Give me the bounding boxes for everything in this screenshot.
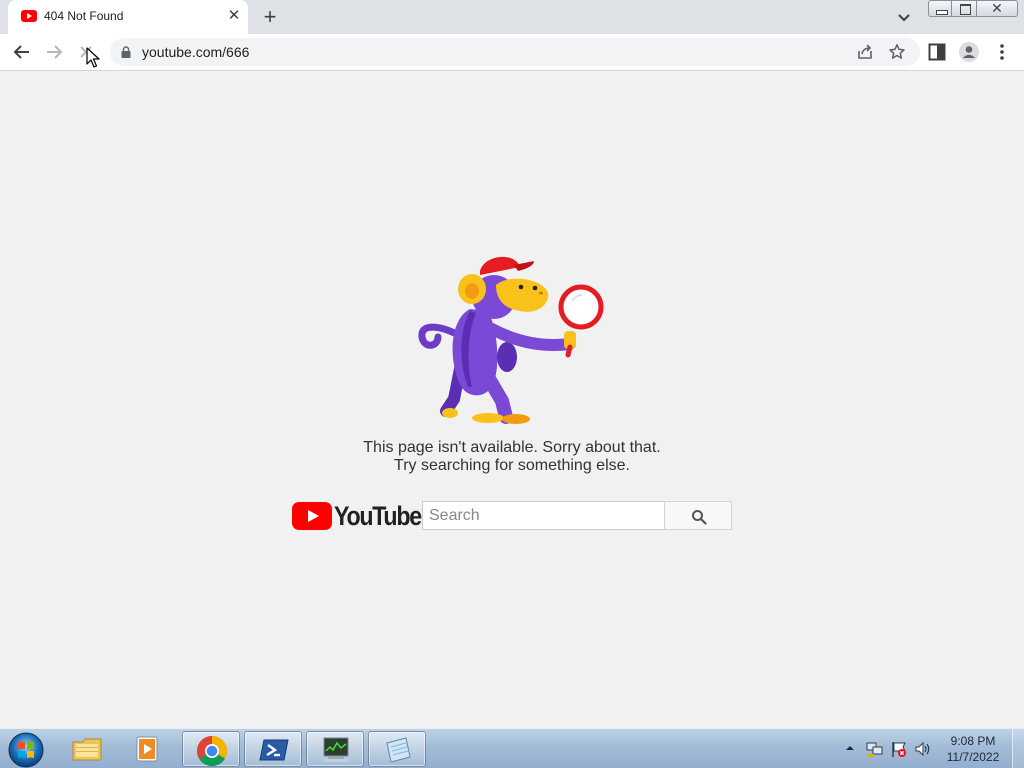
show-hidden-icons-chevron-up-icon[interactable]: [845, 743, 855, 753]
window-maximize-icon[interactable]: [951, 0, 977, 17]
search-button[interactable]: [664, 501, 732, 530]
error-message-line-2: Try searching for something else.: [394, 457, 630, 474]
share-icon[interactable]: [856, 43, 874, 61]
tab-strip: 404 Not Found ✕ + ✕: [0, 0, 1024, 34]
volume-speaker-icon[interactable]: [914, 740, 932, 758]
action-center-flag-icon[interactable]: [890, 740, 908, 758]
chrome-icon: [196, 736, 228, 767]
address-bar[interactable]: youtube.com/666: [110, 38, 920, 66]
more-vertical-icon[interactable]: [994, 42, 1010, 62]
error-message: This page isn't available. Sorry about t…: [312, 439, 712, 475]
back-arrow-left-icon[interactable]: [10, 40, 34, 64]
show-desktop-button[interactable]: [1012, 729, 1024, 768]
taskbar-media-player[interactable]: [118, 731, 176, 767]
windows-start-orb-icon[interactable]: [6, 730, 46, 768]
youtube-favicon-icon: [21, 10, 37, 22]
search-icon: [692, 510, 707, 525]
task-manager-icon: [323, 737, 349, 762]
profile-icon[interactable]: [959, 42, 979, 62]
youtube-logo-text: YouTube: [334, 501, 422, 531]
forward-arrow-right-icon[interactable]: [42, 40, 66, 64]
youtube-logo[interactable]: YouTube: [292, 500, 422, 532]
folder-icon: [72, 738, 102, 761]
url-text[interactable]: youtube.com/666: [142, 44, 249, 60]
taskbar-google-chrome[interactable]: [182, 731, 240, 767]
search-input[interactable]: [422, 501, 665, 530]
system-clock[interactable]: 9:08 PM 11/7/2022: [936, 733, 1010, 765]
error-message-line-1: This page isn't available. Sorry about t…: [363, 439, 661, 456]
tab-search-chevron-down-icon[interactable]: [895, 8, 913, 26]
mouse-cursor-icon: [86, 47, 100, 68]
tab-close-icon[interactable]: ✕: [226, 8, 242, 24]
monkey-404-illustration: [418, 256, 604, 424]
window-minimize-icon[interactable]: [928, 0, 952, 17]
windows-taskbar: 9:08 PM 11/7/2022: [0, 728, 1024, 768]
powershell-icon: [259, 739, 289, 761]
network-icon[interactable]: [866, 740, 884, 758]
taskbar-notes[interactable]: [368, 731, 426, 767]
notepad-icon: [386, 737, 411, 763]
tab-404-not-found[interactable]: 404 Not Found ✕: [8, 0, 248, 34]
side-panel-icon[interactable]: [928, 43, 946, 61]
browser-toolbar: youtube.com/666: [0, 34, 1024, 71]
lock-icon[interactable]: [121, 46, 131, 58]
youtube-play-logo-icon: [292, 502, 332, 530]
clock-date: 11/7/2022: [946, 750, 1000, 764]
window-close-glyph: ✕: [991, 0, 1003, 16]
new-tab-plus-icon[interactable]: +: [259, 6, 281, 28]
taskbar-powershell[interactable]: [244, 731, 302, 767]
window-close-icon[interactable]: ✕: [976, 0, 1018, 17]
clock-time: 9:08 PM: [950, 734, 996, 748]
tab-title: 404 Not Found: [44, 9, 124, 23]
taskbar-task-manager[interactable]: [306, 731, 364, 767]
page-content: This page isn't available. Sorry about t…: [0, 71, 1024, 728]
bookmark-star-icon[interactable]: [888, 43, 906, 61]
media-player-icon: [136, 736, 158, 762]
taskbar-windows-explorer[interactable]: [58, 731, 116, 767]
